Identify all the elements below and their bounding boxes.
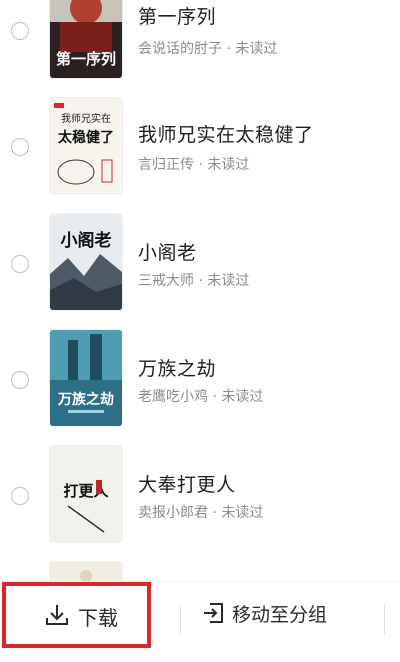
bottom-toolbar: 下载 移动至分组 (0, 581, 400, 662)
select-radio[interactable] (11, 255, 29, 273)
book-cover[interactable]: 第一序列 (50, 0, 122, 78)
meta-separator: · (194, 157, 208, 173)
book-status: 未读过 (221, 505, 264, 521)
download-icon (46, 605, 68, 625)
book-cover[interactable]: 万族之劫 (50, 330, 122, 426)
cover-title-bottom: 太稳健了 (58, 129, 114, 146)
toolbar-divider (384, 604, 385, 634)
book-status: 未读过 (235, 41, 278, 57)
cover-title: 第一序列 (56, 50, 116, 68)
select-radio[interactable] (11, 138, 29, 156)
toolbar-divider (180, 606, 181, 634)
book-title: 小阁老 (138, 242, 197, 264)
cover-title: 小阁老 (61, 230, 112, 251)
book-status: 未读过 (207, 157, 250, 173)
cover-title-top: 我师兄实在 (61, 112, 111, 125)
book-status: 未读过 (221, 389, 264, 405)
book-author: 言归正传 (138, 157, 194, 173)
book-row[interactable]: 万族之劫 万族之劫 老鹰吃小鸡 · 未读过 (0, 330, 400, 430)
move-to-group-button[interactable]: 移动至分组 (196, 582, 366, 648)
move-to-group-icon (204, 603, 223, 623)
meta-separator: · (208, 389, 222, 405)
select-radio[interactable] (11, 22, 29, 40)
book-meta: 言归正传 · 未读过 (138, 154, 249, 174)
download-label: 下载 (78, 606, 118, 630)
book-author: 卖报小郎君 (138, 505, 208, 521)
book-author: 三戒大师 (138, 273, 194, 289)
book-title: 第一序列 (138, 6, 217, 28)
book-cover[interactable]: 我师兄实在 太稳健了 (50, 98, 122, 194)
book-meta: 老鹰吃小鸡 · 未读过 (138, 386, 263, 406)
book-cover[interactable]: 小阁老 (50, 214, 122, 310)
book-meta: 三戒大师 · 未读过 (138, 270, 249, 290)
download-button[interactable]: 下载 (2, 582, 151, 648)
book-meta: 会说话的肘子 · 未读过 (138, 38, 277, 58)
cover-title: 万族之劫 (57, 391, 114, 408)
book-status: 未读过 (207, 273, 250, 289)
select-radio[interactable] (11, 371, 29, 389)
book-meta: 卖报小郎君 · 未读过 (138, 502, 263, 522)
meta-separator: · (194, 273, 208, 289)
meta-separator: · (222, 41, 236, 57)
book-cover[interactable]: 打更人 (50, 446, 122, 542)
book-author: 会说话的肘子 (138, 41, 222, 57)
book-row[interactable]: 我师兄实在 太稳健了 我师兄实在太稳健了 言归正传 · 未读过 (0, 98, 400, 198)
book-row[interactable]: 打更人 大奉打更人 卖报小郎君 · 未读过 (0, 446, 400, 546)
book-row[interactable]: 第一序列 第一序列 会说话的肘子 · 未读过 (0, 0, 400, 82)
book-title: 我师兄实在太稳健了 (138, 124, 314, 146)
select-radio[interactable] (11, 487, 29, 505)
book-title: 万族之劫 (138, 358, 217, 380)
book-title: 大奉打更人 (138, 474, 236, 496)
move-to-group-label: 移动至分组 (232, 604, 328, 626)
cover-title: 打更人 (63, 482, 109, 500)
book-author: 老鹰吃小鸡 (138, 389, 208, 405)
book-row[interactable]: 小阁老 小阁老 三戒大师 · 未读过 (0, 214, 400, 314)
meta-separator: · (208, 505, 222, 521)
